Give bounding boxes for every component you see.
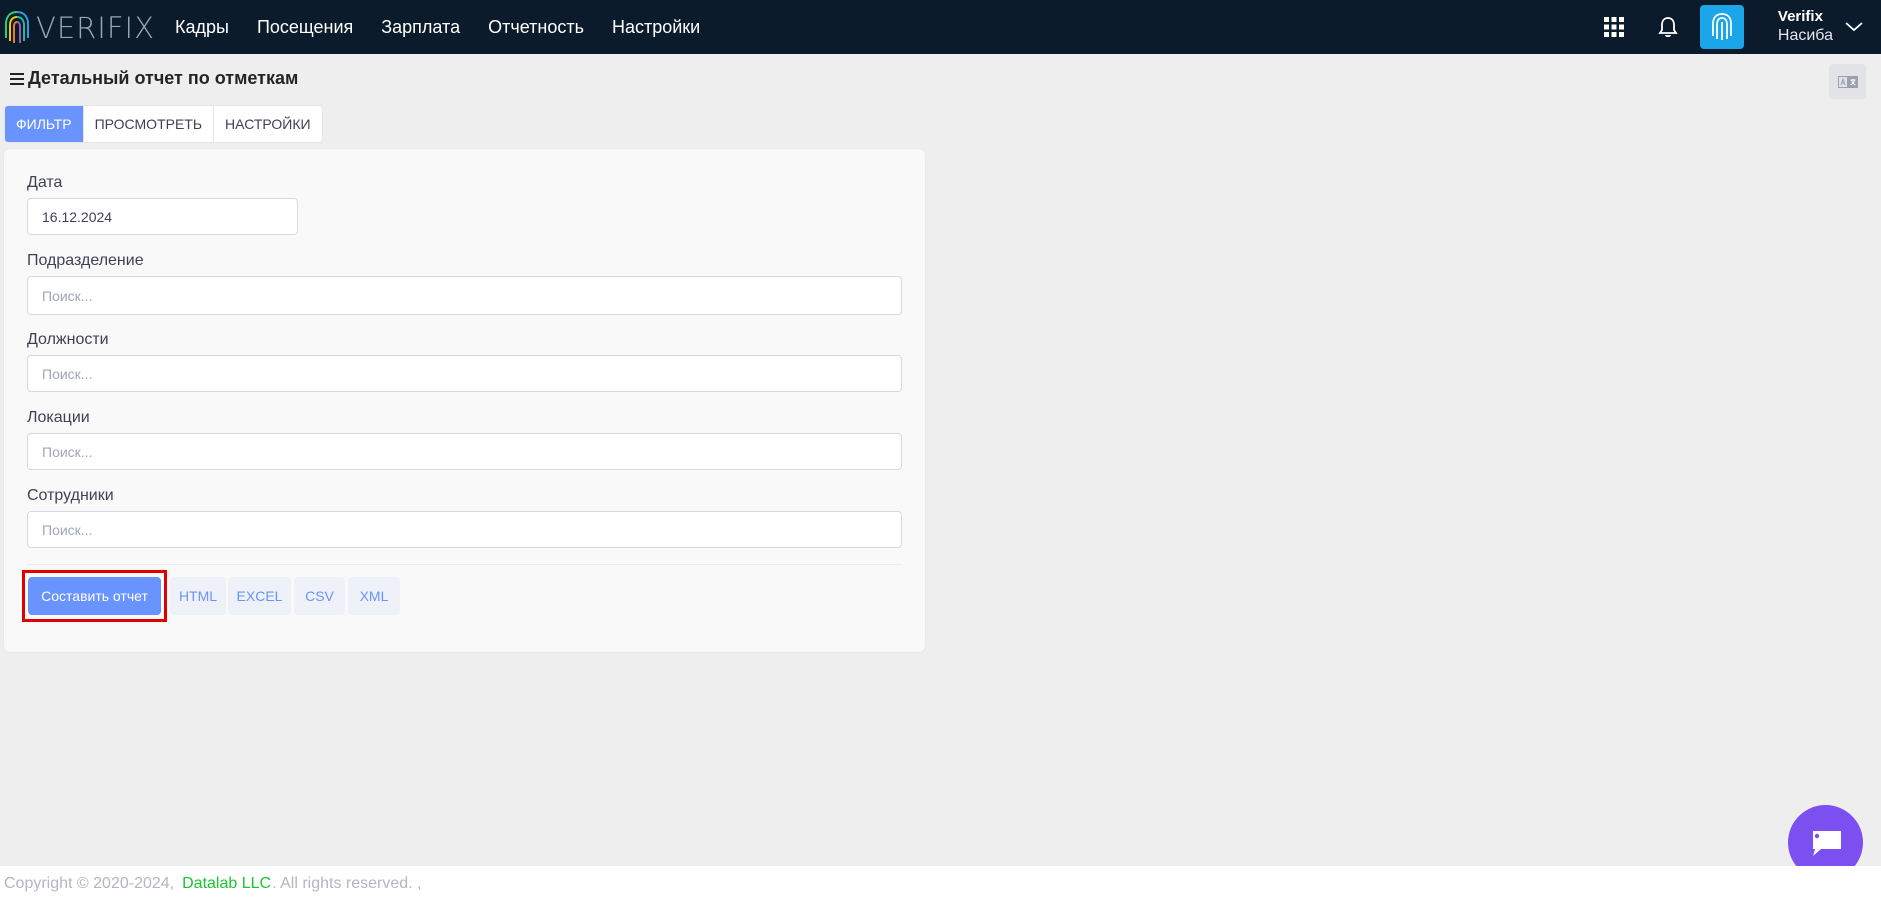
user-menu[interactable]: Verifix Насиба [1778,8,1875,46]
user-name: Насиба [1777,27,1833,44]
form-divider [27,564,902,565]
apps-button[interactable] [1594,7,1634,47]
translate-icon [1837,75,1858,88]
translate-button[interactable] [1829,64,1866,99]
tab-settings[interactable]: НАСТРОЙКИ [214,106,322,142]
footer-copyright: Copyright © 2020-2024, [4,874,175,892]
employees-input[interactable] [27,511,902,548]
export-html-button[interactable]: HTML [170,577,226,615]
nav-item-salary[interactable]: Зарплата [381,17,460,38]
nav-item-reports[interactable]: Отчетность [488,17,584,38]
brand-name: VERIFIX [36,11,155,45]
top-navbar: VERIFIX Кадры Посещения Зарплата Отчетно… [0,0,1881,54]
locations-input[interactable] [27,433,902,470]
nav-item-staff[interactable]: Кадры [175,17,229,38]
locations-label: Локации [27,409,90,426]
export-xml-button[interactable]: XML [348,577,400,615]
date-label: Дата [27,174,63,191]
chevron-down-icon [1845,22,1863,32]
tab-filter[interactable]: ФИЛЬТР [5,106,84,142]
user-company: Verifix [1777,8,1823,25]
filter-card: Дата Подразделение Должности Локации Сот… [4,149,925,652]
fingerprint-logo-icon [5,11,29,43]
page-title: Детальный отчет по отметкам [28,68,299,88]
page-header: Детальный отчет по отметкам [10,68,298,89]
hamburger-icon[interactable] [10,72,24,85]
division-label: Подразделение [27,252,144,269]
positions-input[interactable] [27,355,902,392]
grid-apps-icon [1603,17,1624,37]
division-input[interactable] [27,276,902,315]
nav-item-attendance[interactable]: Посещения [257,17,353,38]
tab-view[interactable]: ПРОСМОТРЕТЬ [84,106,215,142]
footer-company-link[interactable]: Datalab LLC [182,875,271,893]
positions-label: Должности [27,331,109,348]
export-excel-button[interactable]: EXCEL [228,577,291,615]
brand-logo[interactable]: VERIFIX [4,8,155,48]
generate-report-button[interactable]: Составить отчет [28,577,161,615]
user-names: Verifix Насиба [1778,8,1833,46]
footer-rights: . All rights reserved. , [272,874,422,892]
notifications-button[interactable] [1648,7,1688,47]
date-input[interactable] [27,198,298,235]
export-csv-button[interactable]: CSV [294,577,345,615]
nav-item-settings[interactable]: Настройки [612,17,700,38]
navbar-right: Verifix Насиба [1594,0,1881,54]
bell-icon [1658,17,1678,38]
fingerprint-icon [1712,13,1732,40]
report-tabs: ФИЛЬТР ПРОСМОТРЕТЬ НАСТРОЙКИ [4,105,323,143]
main-nav-menu: Кадры Посещения Зарплата Отчетность Наст… [161,0,714,54]
footer: Copyright © 2020-2024, Datalab LLC . All… [0,866,1881,901]
employees-label: Сотрудники [27,487,114,504]
chat-bubble-icon [1812,830,1841,856]
avatar[interactable] [1699,5,1744,49]
